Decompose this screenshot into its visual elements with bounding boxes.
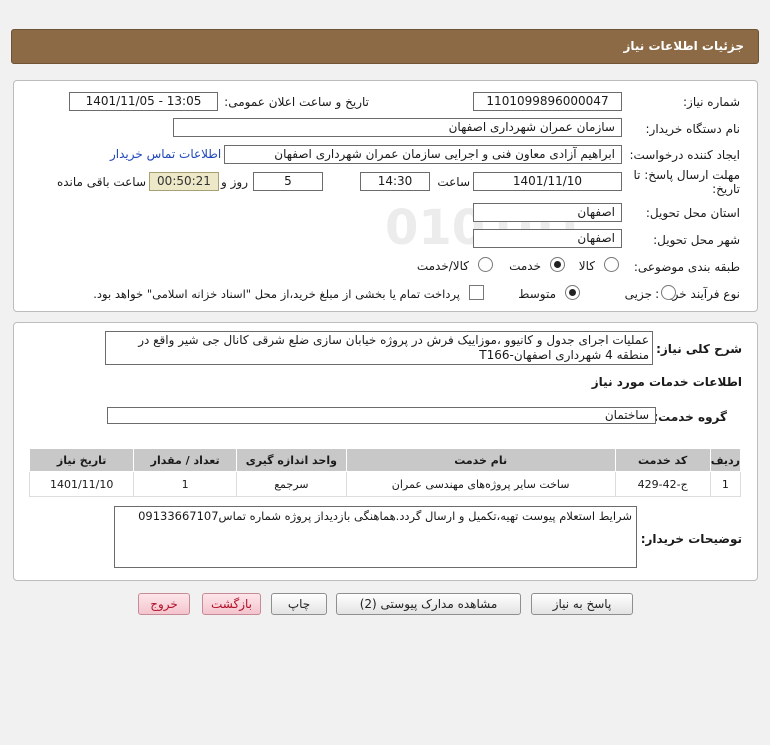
need-number-field: 1101099896000047 [473,92,622,111]
category-option-goods-service: کالا/خدمت [416,259,469,273]
announce-date-label: تاریخ و ساعت اعلان عمومی: [224,95,369,109]
creator-label: ایجاد کننده درخواست: [629,148,740,162]
payment-note: پرداخت تمام یا بخشی از مبلغ خرید،از محل … [93,287,460,301]
buyer-org-label: نام دستگاه خریدار: [645,122,741,136]
table-row: 1 ج-42-429 ساخت سایر پروژه‌های مهندسی عم… [28,471,742,497]
buyer-notes-text: شرایط استعلام پیوست تهیه،تکمیل و ارسال گ… [138,509,632,523]
announce-date-field: 1401/11/05 - 13:05 [69,92,218,111]
col-header-unit: واحد اندازه گیری [236,448,347,472]
process-option-minor: جزیی [624,287,652,301]
category-radio-service[interactable] [550,257,565,272]
province-label: استان محل تحویل: [645,206,740,220]
city-field: اصفهان [473,229,622,248]
description-box: عملیات اجرای جدول و کانیوو ،موزاییک فرش … [105,331,653,365]
cell-quantity: 1 [133,471,238,497]
view-attachments-button[interactable]: مشاهده مدارک پیوستی (2) [336,593,521,615]
cell-unit: سرجمع [236,471,347,497]
days-label: روز و [221,175,248,189]
buyer-contact-link[interactable]: اطلاعات تماس خریدار [110,147,221,161]
process-radio-minor[interactable] [661,285,676,300]
cell-service-name: ساخت سایر پروژه‌های مهندسی عمران [345,471,616,497]
need-number-label: شماره نیاز: [683,95,740,109]
col-header-quantity: تعداد / مقدار [133,448,238,472]
description-text: عملیات اجرای جدول و کانیوو ،موزاییک فرش … [138,333,649,362]
col-header-row-number: ردیف [709,448,742,472]
category-label: طبقه بندی موضوعی: [633,260,740,274]
process-option-medium: متوسط [518,287,556,301]
reply-button[interactable]: پاسخ به نیاز [531,593,633,615]
description-label: شرح کلی نیاز: [656,342,742,356]
page-title: جزئیات اطلاعات نیاز [623,39,744,53]
table-header-row: ردیف کد خدمت نام خدمت واحد اندازه گیری ت… [28,448,742,472]
category-radio-goods-service[interactable] [478,257,493,272]
exit-button[interactable]: خروج [138,593,190,615]
back-button[interactable]: بازگشت [202,593,261,615]
services-table: ردیف کد خدمت نام خدمت واحد اندازه گیری ت… [28,448,742,497]
cell-need-date: 1401/11/10 [28,471,135,497]
buyer-org-field: سازمان عمران شهرداری اصفهان [173,118,622,137]
deadline-label-date: تاریخ: [712,182,740,196]
category-option-goods: کالا [578,259,595,273]
days-remaining-field: 5 [253,172,323,191]
deadline-date-field: 1401/11/10 [473,172,622,191]
deadline-time-field: 14:30 [360,172,430,191]
cell-service-code: ج-42-429 [614,471,711,497]
process-radio-medium[interactable] [565,285,580,300]
category-radio-goods[interactable] [604,257,619,272]
need-info-panel [13,80,758,312]
col-header-service-code: کد خدمت [614,448,711,472]
print-button[interactable]: چاپ [271,593,327,615]
deadline-label: مهلت ارسال پاسخ: تا [633,168,740,182]
buyer-notes-label: توضیحات خریدار: [640,532,742,546]
buyer-notes-box: شرایط استعلام پیوست تهیه،تکمیل و ارسال گ… [114,506,637,568]
deadline-time-label: ساعت [437,175,470,189]
remaining-time-field: 00:50:21 [149,172,219,191]
service-group-label: گروه خدمت: [653,410,727,424]
page-header: جزئیات اطلاعات نیاز [11,29,759,64]
col-header-need-date: تاریخ نیاز [28,448,135,472]
cell-row-number: 1 [709,471,742,497]
service-group-field: ساختمان [107,407,656,424]
col-header-service-name: نام خدمت [345,448,616,472]
province-field: اصفهان [473,203,622,222]
creator-field: ابراهیم آزادی معاون فنی و اجرایی سازمان … [224,145,622,164]
remaining-time-label: ساعت باقی مانده [56,175,146,189]
category-option-service: خدمت [509,259,541,273]
treasury-checkbox[interactable] [469,285,484,300]
city-label: شهر محل تحویل: [653,233,740,247]
services-section-title: اطلاعات خدمات مورد نیاز [591,375,742,389]
